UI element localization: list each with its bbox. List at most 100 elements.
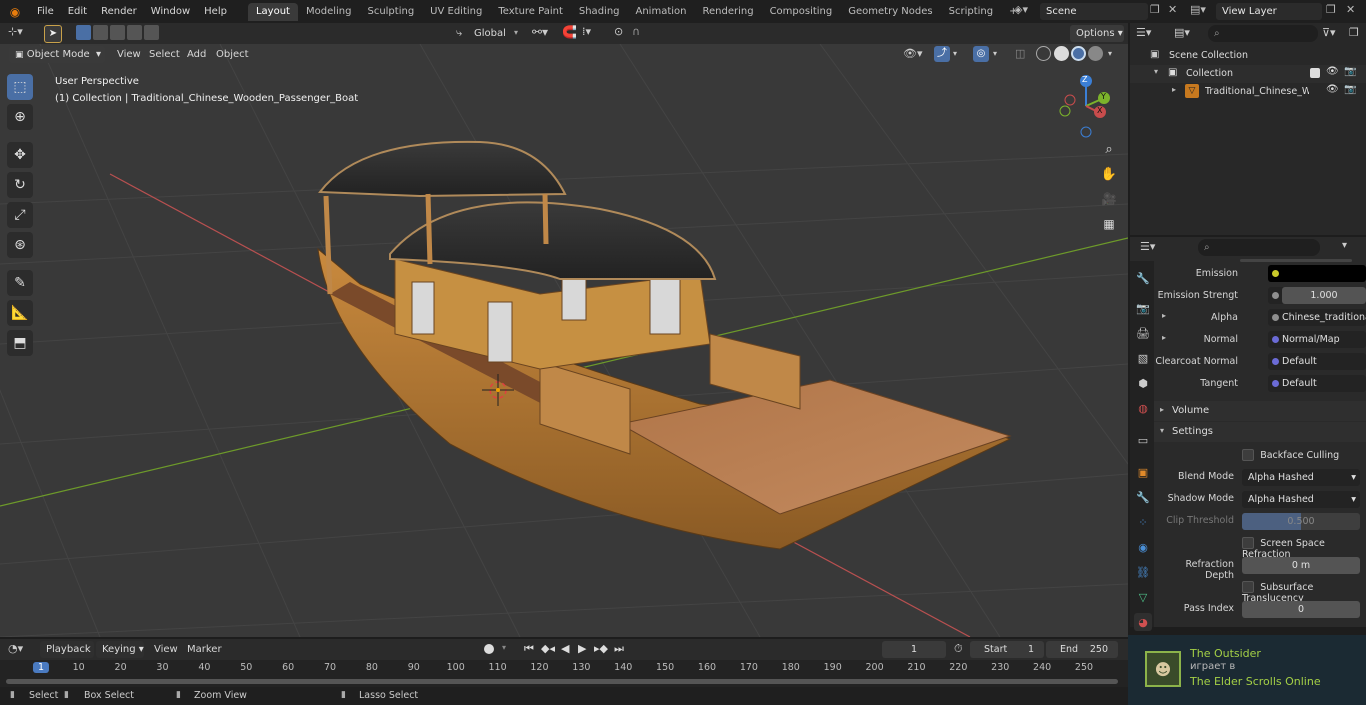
editor-type-icon[interactable]: ⊹▾	[8, 25, 32, 42]
pass-index-field[interactable]: 0	[1242, 601, 1360, 618]
properties-editor-icon[interactable]: ☰▾	[1140, 240, 1155, 253]
section-settings[interactable]: ▾ Settings	[1154, 422, 1366, 442]
transform-tool-icon[interactable]: ⊛	[7, 232, 33, 258]
gizmo-dropdown-icon[interactable]: ▾	[953, 49, 957, 58]
expand-arrow-icon[interactable]: ▸	[1172, 85, 1176, 94]
tab-animation[interactable]: Animation	[628, 3, 695, 21]
render-tab-icon[interactable]: 📷	[1134, 299, 1152, 317]
outliner-row-object[interactable]: ▸ ▽ Traditional_Chinese_Woc 👁 📷	[1130, 83, 1366, 101]
normal-link-field[interactable]: Normal/Map	[1268, 331, 1366, 348]
modifier-tab-icon[interactable]: 🔧	[1134, 488, 1152, 506]
scene-selector-icon[interactable]: ◈▾	[1014, 3, 1036, 20]
cursor-tool-icon[interactable]: ⊕	[7, 104, 33, 130]
shading-rendered-icon[interactable]	[1088, 46, 1103, 61]
mode-intersect-icon[interactable]	[144, 25, 159, 40]
jump-start-icon[interactable]: ⏮	[524, 642, 534, 656]
select-box-tool-icon[interactable]: ⬚	[7, 74, 33, 100]
stopwatch-icon[interactable]: ⏱	[954, 642, 963, 656]
record-options-icon[interactable]: ▾	[502, 643, 506, 652]
camera-view-icon[interactable]: 🎥	[1098, 192, 1120, 214]
play-reverse-icon[interactable]: ◀	[561, 642, 569, 655]
select-tool-icon[interactable]: ➤	[44, 25, 62, 43]
pivot-point-icon[interactable]: ⚯▾	[532, 25, 548, 39]
jump-end-icon[interactable]: ⏭	[614, 642, 624, 656]
refraction-depth-field[interactable]: 0 m	[1242, 557, 1360, 574]
clip-threshold-slider[interactable]: 0.500	[1242, 513, 1360, 530]
outliner-row-collection[interactable]: ▾ ▣ Collection 👁 📷	[1130, 65, 1366, 83]
mode-new-icon[interactable]	[76, 25, 91, 40]
world-tab-icon[interactable]: ◍	[1134, 399, 1152, 417]
outliner-row-scene-collection[interactable]: ▣ Scene Collection	[1130, 47, 1366, 65]
scene-field[interactable]: Scene	[1040, 3, 1148, 20]
keying-menu[interactable]: Keying ▾	[96, 641, 144, 658]
shading-material-icon[interactable]	[1071, 46, 1086, 61]
tab-rendering[interactable]: Rendering	[694, 3, 761, 21]
timeline-track[interactable]: 1 10 20 30 40 50 60 70 80 90 100 110 120 130 140 150 160…	[0, 660, 1128, 687]
menu-file[interactable]: File	[30, 0, 61, 23]
tab-uv-editing[interactable]: UV Editing	[422, 3, 490, 21]
outliner-editor-icon[interactable]: ☰▾	[1136, 26, 1151, 39]
collapse-arrow-icon[interactable]: ▾	[1154, 67, 1158, 76]
view-layer-field[interactable]: View Layer	[1216, 3, 1322, 20]
material-tab-icon[interactable]: ◕	[1134, 613, 1152, 631]
rotate-tool-icon[interactable]: ↻	[7, 172, 33, 198]
blender-logo-icon[interactable]: ◉	[0, 5, 30, 19]
object-camera-icon[interactable]: 📷	[1344, 84, 1356, 95]
timeline-scrollbar[interactable]	[6, 679, 1118, 684]
snap-target-icon[interactable]: ⁞▾	[582, 25, 591, 38]
timeline-menu-marker[interactable]: Marker	[187, 639, 222, 660]
object-eye-icon[interactable]: 👁	[1326, 84, 1339, 95]
tab-geometry-nodes[interactable]: Geometry Nodes	[840, 3, 940, 21]
emission-strength-field[interactable]: 1.000	[1268, 287, 1366, 304]
current-frame-field[interactable]: 1	[882, 641, 946, 658]
new-view-layer-icon[interactable]: ❐	[1326, 3, 1340, 20]
timeline-menu-view[interactable]: View	[154, 639, 178, 660]
orientation-chevron-icon[interactable]: ▾	[514, 28, 518, 37]
object-mode-dropdown[interactable]: ▣ Object Mode ▾	[9, 46, 105, 63]
delete-scene-icon[interactable]: ✕	[1168, 3, 1182, 20]
prev-keyframe-icon[interactable]: ◆◂	[541, 642, 555, 655]
properties-search-input[interactable]: ⌕	[1198, 239, 1320, 256]
output-tab-icon[interactable]: 🖨	[1134, 324, 1152, 342]
clearcoat-normal-field[interactable]: Default	[1268, 353, 1366, 370]
new-collection-icon[interactable]: ❐	[1349, 26, 1359, 39]
viewport-menu-object[interactable]: Object	[216, 44, 249, 65]
shadow-mode-dropdown[interactable]: Alpha Hashed ▾	[1242, 491, 1360, 508]
tangent-field[interactable]: Default	[1268, 375, 1366, 392]
measure-tool-icon[interactable]: 📐	[7, 300, 33, 326]
ortho-toggle-icon[interactable]: ▦	[1098, 217, 1120, 239]
outliner-search-input[interactable]: ⌕	[1208, 25, 1318, 42]
scene-tab-icon[interactable]: ⬢	[1134, 374, 1152, 392]
shading-solid-icon[interactable]	[1054, 46, 1069, 61]
delete-view-layer-icon[interactable]: ✕	[1346, 3, 1360, 20]
end-frame-field[interactable]: End 250	[1046, 641, 1118, 658]
tab-compositing[interactable]: Compositing	[762, 3, 841, 21]
collection-eye-icon[interactable]: 👁	[1326, 66, 1339, 77]
outliner-filter-icon[interactable]: ⊽▾	[1322, 26, 1336, 39]
falloff-icon[interactable]: ∩	[632, 25, 640, 38]
physics-tab-icon[interactable]: ◉	[1134, 538, 1152, 556]
subsurface-checkbox[interactable]: Subsurface Translucency	[1242, 581, 1366, 604]
view-layer-selector-icon[interactable]: ▤▾	[1190, 3, 1214, 20]
play-icon[interactable]: ▶	[578, 642, 586, 655]
viewport-menu-select[interactable]: Select	[149, 44, 180, 65]
menu-help[interactable]: Help	[197, 0, 234, 23]
particles-tab-icon[interactable]: ⁘	[1134, 513, 1152, 531]
scale-tool-icon[interactable]: ⤢	[7, 202, 33, 228]
timeline-editor-icon[interactable]: ◔▾	[8, 642, 23, 655]
checkbox-box[interactable]	[1242, 449, 1254, 461]
emission-color-field[interactable]	[1268, 265, 1366, 282]
viewport-canvas[interactable]	[0, 44, 1128, 637]
menu-window[interactable]: Window	[144, 0, 197, 23]
overlays-dropdown-icon[interactable]: ▾	[993, 49, 997, 58]
3d-viewport[interactable]: User Perspective (1) Collection | Tradit…	[0, 44, 1128, 637]
constraints-tab-icon[interactable]: ⛓	[1134, 563, 1152, 581]
mode-subtract-icon[interactable]	[110, 25, 125, 40]
record-button-icon[interactable]	[484, 644, 494, 654]
checkbox-box[interactable]	[1242, 537, 1254, 549]
new-scene-icon[interactable]: ❐	[1150, 3, 1164, 20]
add-cube-tool-icon[interactable]: ⬒	[7, 330, 33, 356]
mode-extend-icon[interactable]	[93, 25, 108, 40]
selection-mode-icons[interactable]	[76, 25, 162, 42]
menu-render[interactable]: Render	[94, 0, 144, 23]
